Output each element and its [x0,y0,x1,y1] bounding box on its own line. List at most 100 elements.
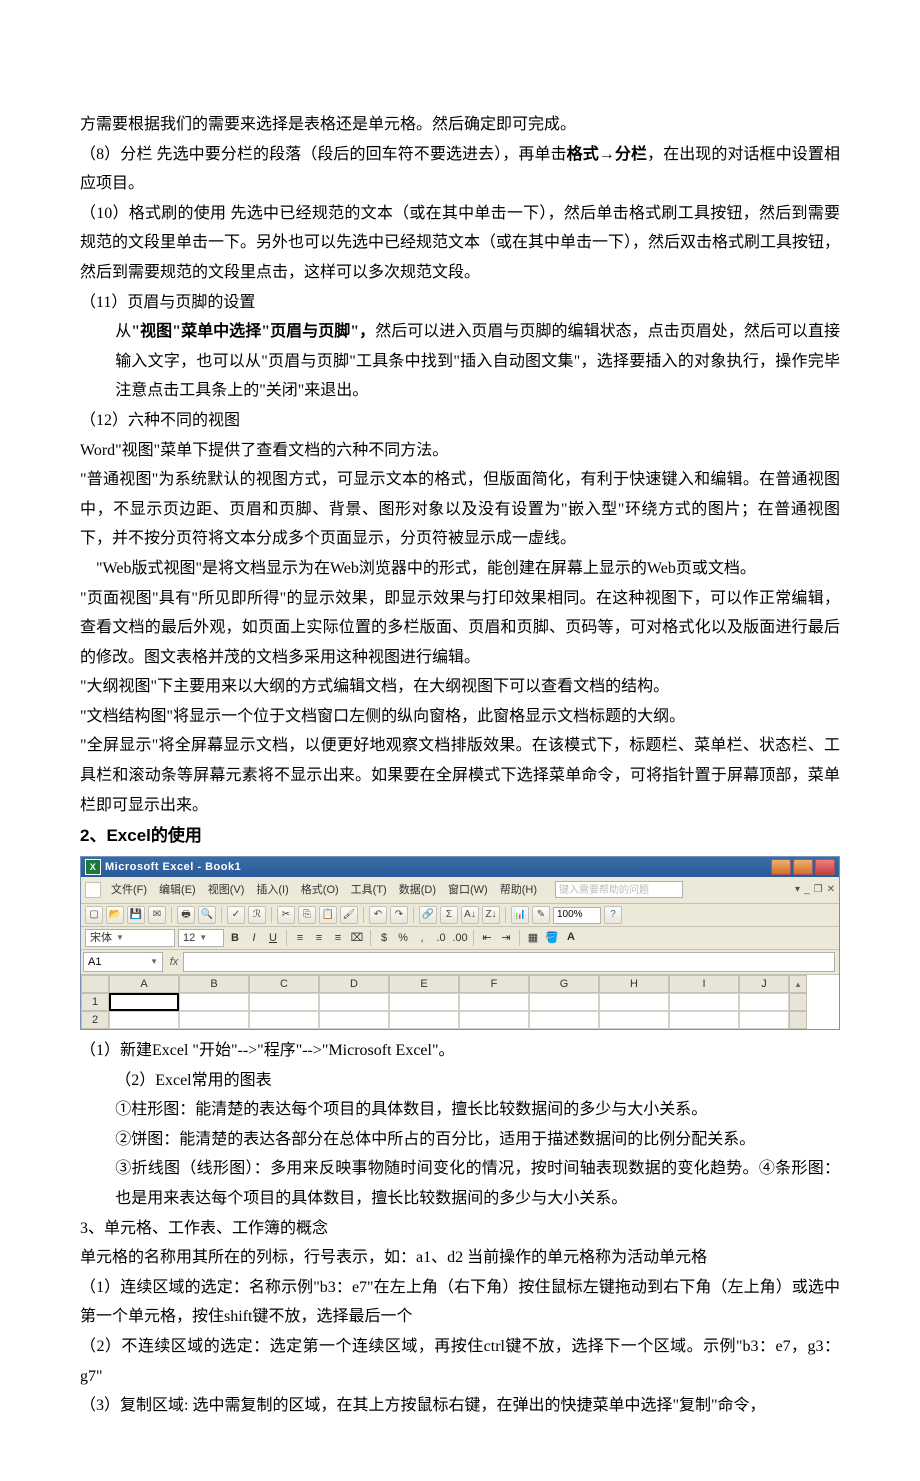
align-left-icon[interactable]: ≡ [292,930,308,946]
menu-format[interactable]: 格式(O) [295,879,345,901]
cell[interactable] [319,993,389,1011]
cell[interactable] [599,1011,669,1029]
cell[interactable] [249,993,319,1011]
menu-help[interactable]: 帮助(H) [494,879,543,901]
menu-file[interactable]: 文件(F) [105,879,153,901]
menu-edit[interactable]: 编辑(E) [153,879,202,901]
sort-desc-icon[interactable]: Z↓ [482,906,500,924]
percent-icon[interactable]: % [395,930,411,946]
merge-icon[interactable]: ⌧ [349,930,365,946]
save-icon[interactable]: 💾 [127,906,145,924]
comma-icon[interactable]: , [414,930,430,946]
font-color-icon[interactable]: A [563,930,579,946]
col-header[interactable]: F [459,975,529,993]
menu-data[interactable]: 数据(D) [393,879,442,901]
cell[interactable] [739,1011,789,1029]
help-search[interactable]: 键入需要帮助的问题 [555,881,683,898]
col-header[interactable]: I [669,975,739,993]
scroll-up-icon[interactable]: ▴ [789,975,807,993]
doc-restore[interactable]: ❐ [814,881,823,900]
fill-color-icon[interactable]: 🪣 [544,930,560,946]
minimize-button[interactable] [771,859,791,875]
cell[interactable] [529,1011,599,1029]
format-painter-icon[interactable]: 🖌 [340,906,358,924]
close-button[interactable] [815,859,835,875]
col-header[interactable]: H [599,975,669,993]
formula-bar[interactable] [183,952,835,972]
redo-icon[interactable]: ↷ [390,906,408,924]
cut-icon[interactable]: ✂ [277,906,295,924]
cell[interactable] [459,993,529,1011]
underline-icon[interactable]: U [265,930,281,946]
paste-icon[interactable]: 📋 [319,906,337,924]
name-box[interactable]: A1▼ [83,952,163,972]
drawing-icon[interactable]: ✎ [532,906,550,924]
cell[interactable] [529,993,599,1011]
hyperlink-icon[interactable]: 🔗 [419,906,437,924]
align-right-icon[interactable]: ≡ [330,930,346,946]
cell[interactable] [739,993,789,1011]
select-all-corner[interactable] [81,975,109,993]
inc-dec-icon[interactable]: .0 [433,930,449,946]
chart-icon[interactable]: 📊 [511,906,529,924]
cell-a1[interactable] [109,993,179,1011]
cell[interactable] [319,1011,389,1029]
zoom-combo[interactable]: 100% [553,907,601,924]
col-header[interactable]: C [249,975,319,993]
cell[interactable] [389,1011,459,1029]
copy-icon[interactable]: ⎘ [298,906,316,924]
text-block: "普通视图"为系统默认的视图方式，可显示文本的格式，但版面简化，有利于快速键入和… [80,465,840,554]
text-block: "页面视图"具有"所见即所得"的显示效果，即显示效果与打印效果相同。在这种视图下… [80,584,840,673]
cell[interactable] [109,1011,179,1029]
cell[interactable] [669,993,739,1011]
spell-icon[interactable]: ✓ [227,906,245,924]
size-combo[interactable]: 12▼ [178,929,224,947]
font-combo[interactable]: 宋体▼ [85,929,175,947]
cell[interactable] [669,1011,739,1029]
permission-icon[interactable]: ✉ [148,906,166,924]
open-icon[interactable]: 📂 [106,906,124,924]
research-icon[interactable]: ℛ [248,906,266,924]
cell[interactable] [249,1011,319,1029]
row-header[interactable]: 2 [81,1011,109,1029]
currency-icon[interactable]: $ [376,930,392,946]
dec-dec-icon[interactable]: .00 [452,930,468,946]
cell[interactable] [179,993,249,1011]
menu-window[interactable]: 窗口(W) [442,879,494,901]
cell[interactable] [389,993,459,1011]
text-block: （2）不连续区域的选定：选定第一个连续区域，再按住ctrl键不放，选择下一个区域… [80,1332,840,1391]
col-header[interactable]: D [319,975,389,993]
restore-button[interactable] [793,859,813,875]
dec-indent-icon[interactable]: ⇤ [479,930,495,946]
doc-minimize2[interactable]: _ [804,881,810,900]
help-icon[interactable]: ? [604,906,622,924]
col-header[interactable]: A [109,975,179,993]
scrollbar[interactable] [789,993,807,1011]
print-icon[interactable]: 🖶 [177,906,195,924]
col-header[interactable]: J [739,975,789,993]
cell[interactable] [459,1011,529,1029]
preview-icon[interactable]: 🔍 [198,906,216,924]
cell[interactable] [599,993,669,1011]
col-header[interactable]: G [529,975,599,993]
autosum-icon[interactable]: Σ [440,906,458,924]
menu-view[interactable]: 视图(V) [202,879,251,901]
scrollbar[interactable] [789,1011,807,1029]
new-icon[interactable]: ▢ [85,906,103,924]
fx-icon[interactable]: fx [165,952,183,972]
row-header[interactable]: 1 [81,993,109,1011]
sort-asc-icon[interactable]: A↓ [461,906,479,924]
doc-minimize[interactable]: ▾ [795,881,800,900]
doc-close[interactable]: ✕ [827,881,835,900]
borders-icon[interactable]: ▦ [525,930,541,946]
inc-indent-icon[interactable]: ⇥ [498,930,514,946]
col-header[interactable]: E [389,975,459,993]
italic-icon[interactable]: I [246,930,262,946]
align-center-icon[interactable]: ≡ [311,930,327,946]
menu-insert[interactable]: 插入(I) [250,879,294,901]
col-header[interactable]: B [179,975,249,993]
menu-tools[interactable]: 工具(T) [345,879,393,901]
undo-icon[interactable]: ↶ [369,906,387,924]
bold-icon[interactable]: B [227,930,243,946]
cell[interactable] [179,1011,249,1029]
